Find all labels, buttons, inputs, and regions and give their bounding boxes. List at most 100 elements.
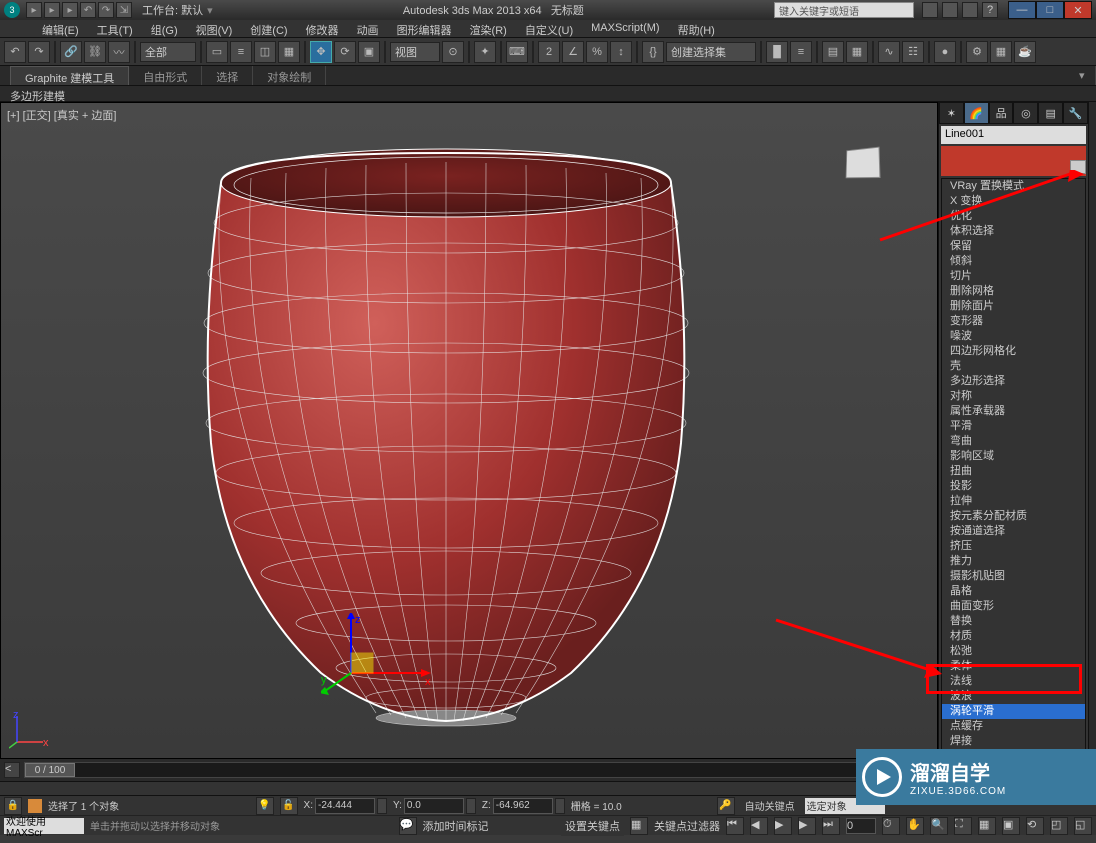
panel-scrollbar[interactable] <box>1088 102 1096 759</box>
modifier-item[interactable]: 保留 <box>942 239 1085 254</box>
nav-pan-icon[interactable]: ✋ <box>906 817 924 835</box>
help-search-input[interactable]: 键入关键字或短语 <box>774 2 914 18</box>
viewport[interactable]: [+] [正交] [真实 + 边面] <box>0 102 938 759</box>
nav-region-icon[interactable]: ◰ <box>1050 817 1068 835</box>
modifier-item[interactable]: 壳 <box>942 359 1085 374</box>
menu-modifiers[interactable]: 修改器 <box>298 20 347 37</box>
modifier-item[interactable]: 替换 <box>942 614 1085 629</box>
align-button[interactable]: ≡ <box>790 41 812 63</box>
ribbon-tab-freeform[interactable]: 自由形式 <box>129 66 202 85</box>
modifier-item[interactable]: 扭曲 <box>942 464 1085 479</box>
viewcube[interactable] <box>837 143 887 183</box>
nav-orbit-icon[interactable]: ⟲ <box>1026 817 1044 835</box>
addtime-button[interactable]: 添加时间标记 <box>423 818 489 834</box>
modifier-item[interactable]: 柔体 <box>942 659 1085 674</box>
spinner-snap-button[interactable]: ↕ <box>610 41 632 63</box>
menu-grapheditors[interactable]: 图形编辑器 <box>389 20 460 37</box>
modifier-item[interactable]: 四边形网格化 <box>942 344 1085 359</box>
modifier-item[interactable]: 挤压 <box>942 539 1085 554</box>
time-config-icon[interactable]: ⏱ <box>882 817 900 835</box>
edit-selset-button[interactable]: {} <box>642 41 664 63</box>
redo-icon[interactable]: ↷ <box>98 2 114 18</box>
x-coord-input[interactable] <box>315 798 375 814</box>
utilities-tab-icon[interactable]: 🔧 <box>1063 102 1088 124</box>
comm-center-icon[interactable]: 💬 <box>399 817 417 835</box>
redo-button[interactable]: ↷ <box>28 41 50 63</box>
menu-edit[interactable]: 编辑(E) <box>34 20 87 37</box>
workspace-dropdown[interactable]: 工作台: 默认 <box>142 2 203 18</box>
modifier-item[interactable]: 体积选择 <box>942 224 1085 239</box>
nav-minmax-icon[interactable]: ◱ <box>1074 817 1092 835</box>
modifier-item[interactable]: 多边形选择 <box>942 374 1085 389</box>
ribbon-toggle-button[interactable]: ▦ <box>846 41 868 63</box>
create-tab-icon[interactable]: ✶ <box>939 102 964 124</box>
model-cup[interactable] <box>191 123 701 733</box>
ribbon-tab-selection[interactable]: 选择 <box>202 66 253 85</box>
select-by-name-button[interactable]: ≡ <box>230 41 252 63</box>
nav-zoom-icon[interactable]: 🔍 <box>930 817 948 835</box>
infocenter-icon[interactable] <box>922 2 938 18</box>
select-region-button[interactable]: ◫ <box>254 41 276 63</box>
modifier-item[interactable]: 噪波 <box>942 329 1085 344</box>
schematic-view-button[interactable]: ☷ <box>902 41 924 63</box>
modifier-item[interactable]: 波浪 <box>942 689 1085 704</box>
frame-input[interactable] <box>846 818 876 834</box>
modifier-item[interactable]: 对称 <box>942 389 1085 404</box>
keyboard-shortcut-button[interactable]: ⌨ <box>506 41 528 63</box>
pivot-center-button[interactable]: ⊙ <box>442 41 464 63</box>
modifier-item[interactable]: 倾斜 <box>942 254 1085 269</box>
render-production-button[interactable]: ☕ <box>1014 41 1036 63</box>
undo-button[interactable]: ↶ <box>4 41 26 63</box>
nav-field-icon[interactable]: ▦ <box>978 817 996 835</box>
modifier-item[interactable]: 松弛 <box>942 644 1085 659</box>
undo-icon[interactable]: ↶ <box>80 2 96 18</box>
modifier-item[interactable]: 切片 <box>942 269 1085 284</box>
key-filter-icon[interactable]: ▦ <box>630 817 648 835</box>
modifier-item[interactable]: 优化 <box>942 209 1085 224</box>
menu-maxscript[interactable]: MAXScript(M) <box>583 20 667 37</box>
bind-spacewarp[interactable]: 〰 <box>108 41 130 63</box>
modifier-item[interactable]: 拉伸 <box>942 494 1085 509</box>
z-coord-input[interactable] <box>493 798 553 814</box>
snap-percent-button[interactable]: % <box>586 41 608 63</box>
nav-maximize-icon[interactable]: ⛶ <box>954 817 972 835</box>
qat-save[interactable]: ▸ <box>62 2 78 18</box>
ribbon-minimize-icon[interactable]: ▾ <box>1076 66 1096 85</box>
material-editor-button[interactable]: ● <box>934 41 956 63</box>
modifier-list[interactable]: VRay 置换模式X 变换优化体积选择保留倾斜切片删除网格删除面片变形器噪波四边… <box>941 178 1086 759</box>
play-next-icon[interactable]: ▶ <box>798 817 816 835</box>
modifier-item[interactable]: 删除网格 <box>942 284 1085 299</box>
hierarchy-tab-icon[interactable]: 品 <box>989 102 1014 124</box>
viewport-label[interactable]: [+] [正交] [真实 + 边面] <box>7 107 116 123</box>
qat-link[interactable]: ⇲ <box>116 2 132 18</box>
menu-rendering[interactable]: 渲染(R) <box>462 20 515 37</box>
dropdown-arrow-icon[interactable]: ▾ <box>1070 160 1086 174</box>
window-crossing-button[interactable]: ▦ <box>278 41 300 63</box>
rendered-frame-button[interactable]: ▦ <box>990 41 1012 63</box>
modifier-item[interactable]: 推力 <box>942 554 1085 569</box>
color-swatch[interactable] <box>28 799 42 813</box>
play-start-icon[interactable]: ⏮ <box>726 817 744 835</box>
menu-customize[interactable]: 自定义(U) <box>517 20 581 37</box>
app-icon[interactable]: 3 <box>4 2 20 18</box>
menu-create[interactable]: 创建(C) <box>242 20 295 37</box>
modifier-item[interactable]: 曲面变形 <box>942 599 1085 614</box>
isolate-icon[interactable]: 💡 <box>256 797 274 815</box>
modifier-list-dropdown[interactable]: ▾ <box>941 146 1086 176</box>
setkey-button[interactable]: 设置关键点 <box>561 816 624 836</box>
modifier-item[interactable]: 平滑 <box>942 419 1085 434</box>
snap-angle-button[interactable]: ∠ <box>562 41 584 63</box>
modifier-item[interactable]: 按通道选择 <box>942 524 1085 539</box>
motion-tab-icon[interactable]: ◎ <box>1013 102 1038 124</box>
select-scale-button[interactable]: ▣ <box>358 41 380 63</box>
named-selset-dropdown[interactable]: 创建选择集 <box>666 42 756 62</box>
play-end-icon[interactable]: ⏭ <box>822 817 840 835</box>
curve-editor-button[interactable]: ∿ <box>878 41 900 63</box>
time-slider-thumb[interactable]: 0 / 100 <box>25 763 75 777</box>
mirror-button[interactable]: ▐▌ <box>766 41 788 63</box>
ribbon-tab-objectpaint[interactable]: 对象绘制 <box>253 66 326 85</box>
star-icon[interactable] <box>942 2 958 18</box>
keyfilter-button[interactable]: 关键点过滤器 <box>654 818 720 834</box>
selection-filter-dropdown[interactable]: 全部 <box>140 42 196 62</box>
modifier-item[interactable]: 影响区域 <box>942 449 1085 464</box>
